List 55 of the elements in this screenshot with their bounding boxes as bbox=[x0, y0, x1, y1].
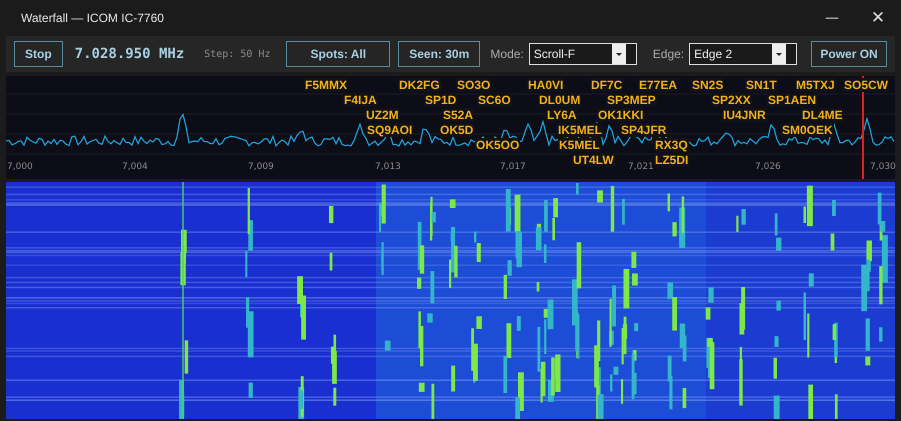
spot-callsign[interactable]: SQ9AOI bbox=[366, 123, 414, 137]
spot-callsign[interactable]: SP1AEN bbox=[767, 93, 818, 107]
frequency-tick-label: 7,030 bbox=[870, 162, 896, 172]
frequency-tick-label: 7,009 bbox=[248, 162, 274, 172]
spot-callsign[interactable]: M5TXJ bbox=[795, 78, 836, 92]
spot-callsign[interactable]: LZ5DI bbox=[654, 153, 690, 167]
tuning-marker[interactable] bbox=[862, 76, 864, 179]
spot-callsign[interactable]: LY6A bbox=[546, 108, 578, 122]
frequency-readout: 7.028.950 MHz bbox=[74, 46, 184, 62]
spot-callsign[interactable]: DL0UM bbox=[538, 93, 582, 107]
step-label: Step: 50 Hz bbox=[204, 48, 270, 60]
spot-callsign[interactable]: OK5OO bbox=[475, 138, 520, 152]
spot-callsign[interactable]: DL4ME bbox=[801, 108, 844, 122]
spot-callsign[interactable]: UT4LW bbox=[572, 153, 615, 167]
spot-callsign[interactable]: SP3MEP bbox=[606, 93, 657, 107]
mode-dropdown[interactable]: Scroll-F bbox=[528, 43, 637, 65]
spot-callsign[interactable]: SO5CW bbox=[843, 78, 890, 92]
frequency-tick-label: 7,017 bbox=[500, 162, 526, 172]
spot-callsign[interactable]: SM0OEK bbox=[781, 123, 834, 137]
spot-callsign[interactable]: IK5MEL bbox=[557, 123, 604, 137]
spot-callsign[interactable]: HA0VI bbox=[527, 78, 564, 92]
spot-callsign[interactable]: OK5D bbox=[439, 123, 474, 137]
frequency-tick-label: 7,004 bbox=[122, 162, 148, 172]
spot-callsign[interactable]: SP2XX bbox=[711, 93, 752, 107]
spot-callsign[interactable]: UZ2M bbox=[365, 108, 400, 122]
spot-callsign[interactable]: SP1D bbox=[424, 93, 458, 107]
spot-callsign[interactable]: DF7C bbox=[590, 78, 624, 92]
window-title: Waterfall — ICOM IC-7760 bbox=[21, 11, 165, 25]
spot-callsign[interactable]: IU4JNR bbox=[722, 108, 767, 122]
spots-filter-button[interactable]: Spots: All bbox=[286, 41, 390, 67]
frequency-tick-label: 7,026 bbox=[755, 162, 781, 172]
spot-callsign[interactable]: F5MMX bbox=[304, 78, 348, 92]
spot-callsign[interactable]: S52A bbox=[442, 108, 474, 122]
spot-callsign[interactable]: RX3Q bbox=[654, 138, 689, 152]
frequency-tick-label: 7,000 bbox=[7, 162, 33, 172]
spot-callsign[interactable]: SO3O bbox=[456, 78, 492, 92]
edge-dropdown[interactable]: Edge 2 bbox=[689, 43, 798, 65]
spot-callsign[interactable]: K5MEL bbox=[558, 138, 601, 152]
frequency-tick-label: 7,021 bbox=[628, 162, 654, 172]
minimize-button[interactable]: — bbox=[809, 10, 855, 26]
spot-callsign[interactable]: SP4JFR bbox=[620, 123, 668, 137]
close-button[interactable]: ✕ bbox=[855, 8, 901, 28]
spot-callsign[interactable]: SC6O bbox=[477, 93, 512, 107]
spot-callsign[interactable]: SN1T bbox=[745, 78, 778, 92]
mode-label: Mode: bbox=[490, 47, 524, 61]
stop-button[interactable]: Stop bbox=[14, 41, 63, 67]
seen-filter-button[interactable]: Seen: 30m bbox=[398, 41, 480, 67]
spot-callsign[interactable]: DK2FG bbox=[398, 78, 441, 92]
power-button[interactable]: Power ON bbox=[811, 41, 887, 67]
frequency-tick-label: 7,013 bbox=[375, 162, 401, 172]
edge-label: Edge: bbox=[652, 47, 684, 61]
spot-callsign[interactable]: F4IJA bbox=[343, 93, 378, 107]
spot-callsign[interactable]: OK1KKI bbox=[597, 108, 644, 122]
spot-callsign[interactable]: E77EA bbox=[638, 78, 678, 92]
spot-callsign[interactable]: SN2S bbox=[691, 78, 724, 92]
